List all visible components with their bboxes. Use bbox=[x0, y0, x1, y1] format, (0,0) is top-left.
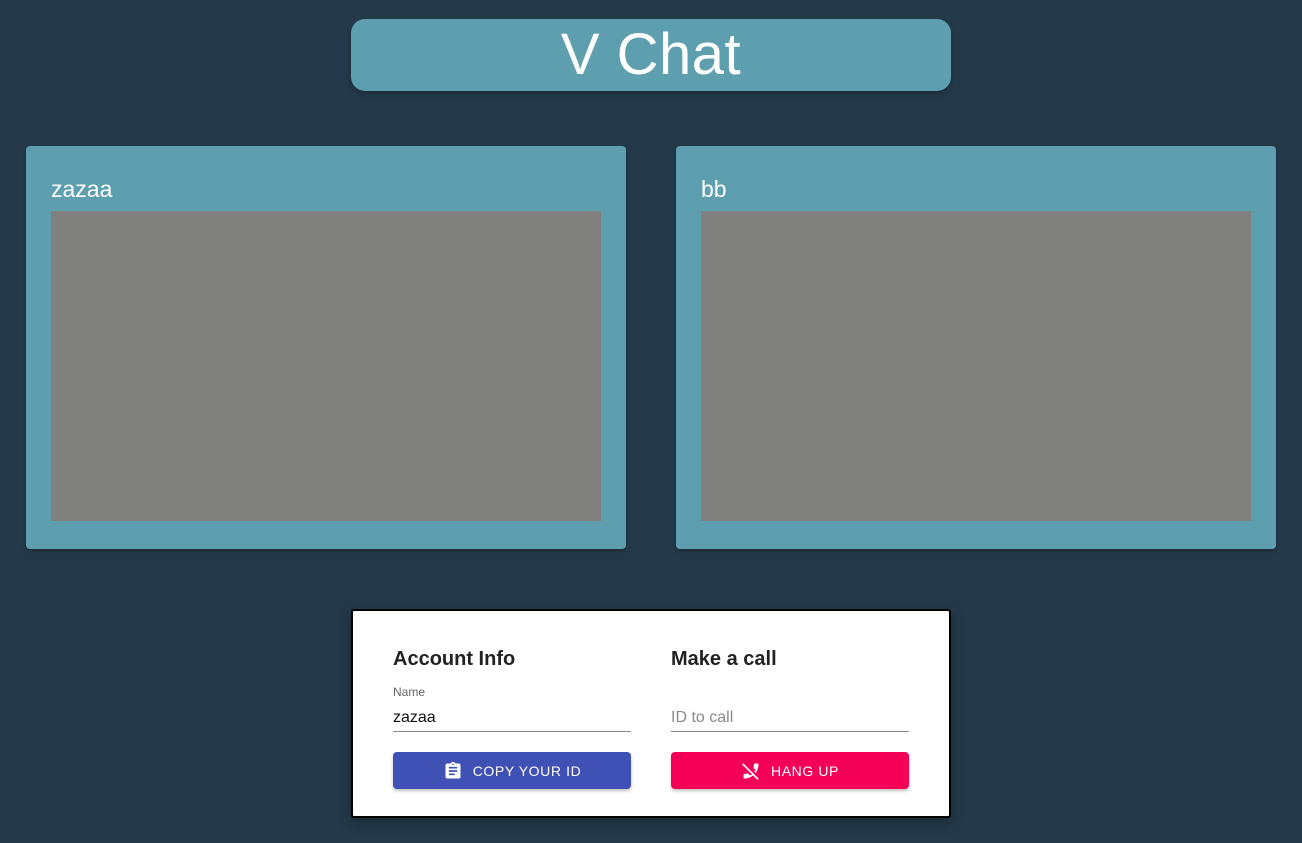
name-input[interactable] bbox=[393, 709, 631, 727]
id-to-call-input[interactable] bbox=[671, 709, 909, 727]
copy-id-button-label: COPY YOUR ID bbox=[472, 762, 582, 779]
app-header: V Chat bbox=[351, 19, 951, 91]
name-field: Name bbox=[393, 683, 631, 732]
clipboard-icon bbox=[443, 761, 463, 781]
my-video-feed bbox=[51, 211, 601, 521]
phone-disabled-icon bbox=[741, 761, 761, 781]
account-info-heading: Account Info bbox=[393, 648, 516, 670]
remote-video-card: bb bbox=[676, 146, 1276, 549]
account-info-section: Account Info Name COPY YOUR ID bbox=[393, 645, 631, 789]
make-call-section: Make a call HANG UP bbox=[671, 645, 909, 789]
hang-up-button-label: HANG UP bbox=[771, 762, 839, 779]
controls-panel: Account Info Name COPY YOUR ID Make a ca… bbox=[351, 609, 951, 818]
my-video-name: zazaa bbox=[51, 176, 113, 202]
copy-id-button[interactable]: COPY YOUR ID bbox=[393, 752, 631, 789]
app-page: V Chat zazaa bb Account Info Name COPY Y… bbox=[0, 0, 1302, 843]
remote-video-feed bbox=[701, 211, 1251, 521]
name-field-label: Name bbox=[393, 685, 426, 699]
hang-up-button[interactable]: HANG UP bbox=[671, 752, 909, 789]
id-to-call-field bbox=[671, 683, 909, 732]
remote-video-name: bb bbox=[701, 176, 727, 202]
app-title: V Chat bbox=[560, 22, 742, 87]
make-call-heading: Make a call bbox=[671, 648, 777, 670]
my-video-card: zazaa bbox=[26, 146, 626, 549]
